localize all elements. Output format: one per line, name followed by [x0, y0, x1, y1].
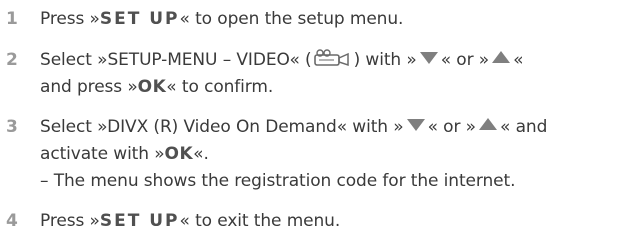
step-text: Press »SET UP« to open the setup menu. [40, 6, 612, 33]
text-fragment: « and [499, 117, 548, 137]
text-fragment: « or » [427, 117, 477, 137]
step-line: Press »SET UP« to exit the menu. [40, 208, 612, 235]
down-arrow-icon [419, 52, 438, 64]
text-fragment: and press » [40, 77, 138, 97]
step-line: Select »DIVX (R) Video On Demand« with »… [40, 114, 612, 141]
step-number: 1 [6, 9, 18, 29]
step-line: Select »SETUP-MENU – VIDEO« ( ) with » « … [40, 47, 612, 74]
text-fragment: Press » [40, 211, 100, 231]
text-fragment: « to exit the menu. [179, 211, 341, 231]
step-note: – The menu shows the registration code f… [40, 171, 516, 191]
text-fragment: «. [193, 144, 209, 164]
step-line: Press »SET UP« to open the setup menu. [40, 6, 612, 33]
set-up-key-label: SET UP [99, 9, 180, 29]
text-fragment: activate with » [40, 144, 165, 164]
text-fragment: « to open the setup menu. [179, 9, 404, 29]
instruction-steps: 1 Press »SET UP« to open the setup menu.… [0, 0, 620, 243]
text-fragment: « or » [440, 50, 490, 70]
text-fragment: Select »SETUP-MENU – VIDEO« ( [40, 50, 312, 70]
step-text: Select »DIVX (R) Video On Demand« with »… [40, 114, 612, 195]
down-arrow-icon [406, 119, 425, 131]
text-fragment: « to confirm. [166, 77, 274, 97]
set-up-key-label: SET UP [99, 211, 180, 231]
video-camera-icon [313, 49, 349, 67]
text-fragment: Select »DIVX (R) Video On Demand« with » [40, 117, 404, 137]
up-arrow-icon [478, 118, 497, 130]
step-number: 3 [6, 117, 18, 137]
up-arrow-icon [492, 51, 511, 63]
step-text: Select »SETUP-MENU – VIDEO« ( ) with » « … [40, 47, 612, 101]
step-text: Press »SET UP« to exit the menu. [40, 208, 612, 235]
ok-key-label: OK [137, 77, 167, 97]
text-fragment: ) with » [353, 50, 417, 70]
text-fragment: Press » [40, 9, 100, 29]
step-number: 4 [6, 211, 18, 231]
step-line: and press »OK« to confirm. [40, 74, 612, 101]
step-line: activate with »OK«. [40, 141, 612, 168]
step-number: 2 [6, 50, 18, 70]
text-fragment: « [513, 50, 524, 70]
ok-key-label: OK [164, 144, 194, 164]
